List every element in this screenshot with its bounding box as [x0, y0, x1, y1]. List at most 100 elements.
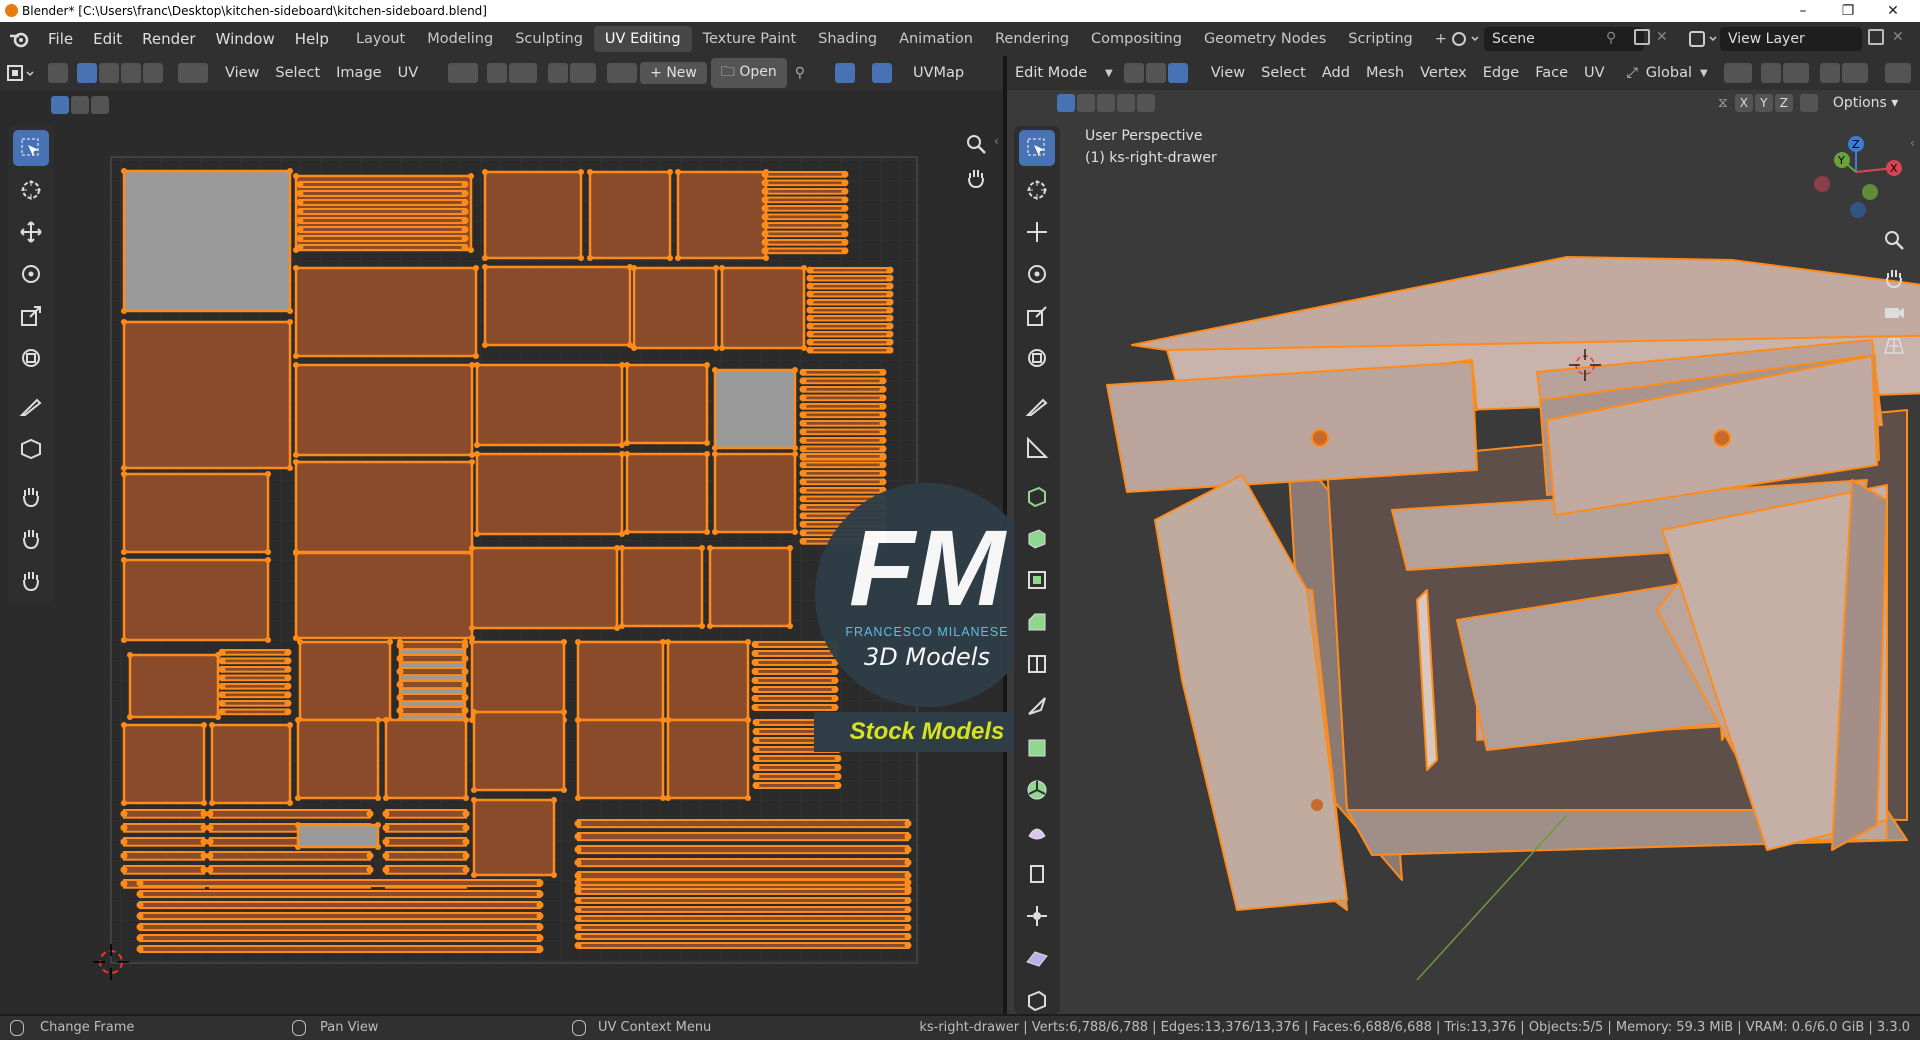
- uv-island[interactable]: [632, 266, 718, 350]
- uv-vertex[interactable]: [719, 345, 725, 351]
- uv-vertex[interactable]: [761, 179, 769, 187]
- uv-vertex[interactable]: [806, 306, 814, 314]
- uv-vertex[interactable]: [699, 545, 705, 551]
- mirror-z-toggle[interactable]: Z: [1774, 94, 1793, 112]
- uv-vertex[interactable]: [120, 824, 128, 832]
- uv-vertex[interactable]: [296, 198, 304, 206]
- uv-vertex[interactable]: [574, 914, 582, 922]
- uv-vertex[interactable]: [218, 648, 226, 656]
- uv-vertex[interactable]: [704, 451, 710, 457]
- uv-vertex[interactable]: [904, 932, 912, 940]
- uv-vertex[interactable]: [200, 866, 208, 874]
- uv-vertex[interactable]: [751, 703, 759, 711]
- uv-vertex[interactable]: [799, 478, 807, 486]
- uv-island[interactable]: [666, 718, 750, 800]
- uv-strip[interactable]: [139, 912, 541, 921]
- uv-vertex[interactable]: [463, 795, 469, 801]
- uv-vertex[interactable]: [468, 173, 474, 179]
- uv-vertex[interactable]: [474, 531, 480, 537]
- tab-scripting[interactable]: Scripting: [1337, 26, 1423, 52]
- uv-vertex[interactable]: [631, 345, 637, 351]
- uv-island[interactable]: [576, 640, 665, 722]
- uv-vertex[interactable]: [904, 878, 912, 886]
- uv-strip[interactable]: [299, 217, 466, 224]
- rip-tool[interactable]: [1019, 982, 1055, 1018]
- spin-tool[interactable]: [1019, 772, 1055, 808]
- uv-vertex[interactable]: [713, 345, 719, 351]
- uv-vertex[interactable]: [200, 852, 208, 860]
- uv-vertex[interactable]: [667, 255, 673, 261]
- uv-vertex[interactable]: [461, 243, 469, 251]
- uv-strip[interactable]: [299, 199, 466, 206]
- mirror-x-toggle[interactable]: X: [1734, 94, 1753, 112]
- uv-island[interactable]: [296, 718, 380, 800]
- transform-orientation-selector[interactable]: Global: [1638, 65, 1700, 81]
- uv-vertex[interactable]: [799, 520, 807, 528]
- uv-vertex[interactable]: [879, 469, 887, 477]
- uv-vertex[interactable]: [265, 637, 271, 643]
- uv-strip[interactable]: [802, 437, 884, 444]
- uv-strip[interactable]: [221, 691, 289, 699]
- uv-vertex[interactable]: [462, 810, 470, 818]
- uv-strip[interactable]: [577, 819, 909, 829]
- uv-vertex[interactable]: [375, 844, 381, 850]
- uv-strip[interactable]: [802, 487, 884, 494]
- uv-strip[interactable]: [209, 865, 371, 875]
- uv-strip[interactable]: [299, 235, 466, 242]
- uv-vertex[interactable]: [366, 852, 374, 860]
- uv-strip[interactable]: [809, 315, 891, 322]
- uv-vertex[interactable]: [461, 668, 469, 676]
- vp-menu-view[interactable]: View: [1203, 65, 1253, 81]
- uv-strip[interactable]: [577, 933, 909, 940]
- uv-vertex[interactable]: [806, 290, 814, 298]
- uv-island[interactable]: [210, 723, 292, 805]
- uv-vertex[interactable]: [287, 465, 293, 471]
- uv-strip[interactable]: [802, 470, 884, 477]
- uv-vertex[interactable]: [879, 461, 887, 469]
- uv-strip[interactable]: [139, 934, 541, 943]
- uv-vertex[interactable]: [761, 187, 769, 195]
- uv-vertex[interactable]: [624, 451, 630, 457]
- uv-vertex[interactable]: [469, 459, 475, 465]
- uv-vertex[interactable]: [121, 637, 127, 643]
- uv-vertex[interactable]: [751, 640, 759, 648]
- uv-vertex[interactable]: [296, 180, 304, 188]
- uv-island[interactable]: [470, 640, 566, 722]
- uv-vertex[interactable]: [471, 709, 477, 715]
- mirror-y-toggle[interactable]: Y: [1754, 94, 1773, 112]
- uv-vertex[interactable]: [293, 459, 299, 465]
- tab-compositing[interactable]: Compositing: [1080, 26, 1193, 52]
- select-island-mode-icon[interactable]: [143, 63, 163, 83]
- set-selection-icon[interactable]: [51, 96, 69, 114]
- uv-island[interactable]: [384, 718, 468, 800]
- uv-vertex[interactable]: [879, 377, 887, 385]
- uv-strip[interactable]: [221, 674, 289, 682]
- menu-render[interactable]: Render: [132, 30, 205, 48]
- uv-vertex[interactable]: [575, 795, 581, 801]
- uv-island[interactable]: [294, 460, 474, 554]
- uv-vertex[interactable]: [121, 800, 127, 806]
- proportional-editing-icon[interactable]: [548, 63, 569, 83]
- uv-vertex[interactable]: [841, 170, 849, 178]
- knife-tool[interactable]: [1019, 688, 1055, 724]
- uv-vertex[interactable]: [886, 290, 894, 298]
- uv-strip[interactable]: [754, 704, 836, 711]
- uv-vertex[interactable]: [461, 681, 469, 689]
- uv-strip[interactable]: [221, 649, 289, 656]
- tab-shading[interactable]: Shading: [807, 26, 888, 52]
- uv-vertex[interactable]: [712, 367, 718, 373]
- uv-vertex[interactable]: [461, 216, 469, 224]
- uv-strip[interactable]: [221, 657, 289, 665]
- uv-vertex[interactable]: [296, 189, 304, 197]
- uv-strip[interactable]: [385, 837, 467, 847]
- uv-vertex[interactable]: [574, 905, 582, 913]
- uv-vertex[interactable]: [886, 306, 894, 314]
- uv-vertex[interactable]: [675, 255, 681, 261]
- menu-file[interactable]: File: [38, 30, 83, 48]
- uv-vertex[interactable]: [751, 685, 759, 693]
- uv-vertex[interactable]: [574, 820, 582, 828]
- pin-image-icon[interactable]: ⚲: [795, 65, 805, 81]
- uv-vertex[interactable]: [886, 298, 894, 306]
- uv-vertex[interactable]: [799, 436, 807, 444]
- uv-strip[interactable]: [221, 700, 289, 707]
